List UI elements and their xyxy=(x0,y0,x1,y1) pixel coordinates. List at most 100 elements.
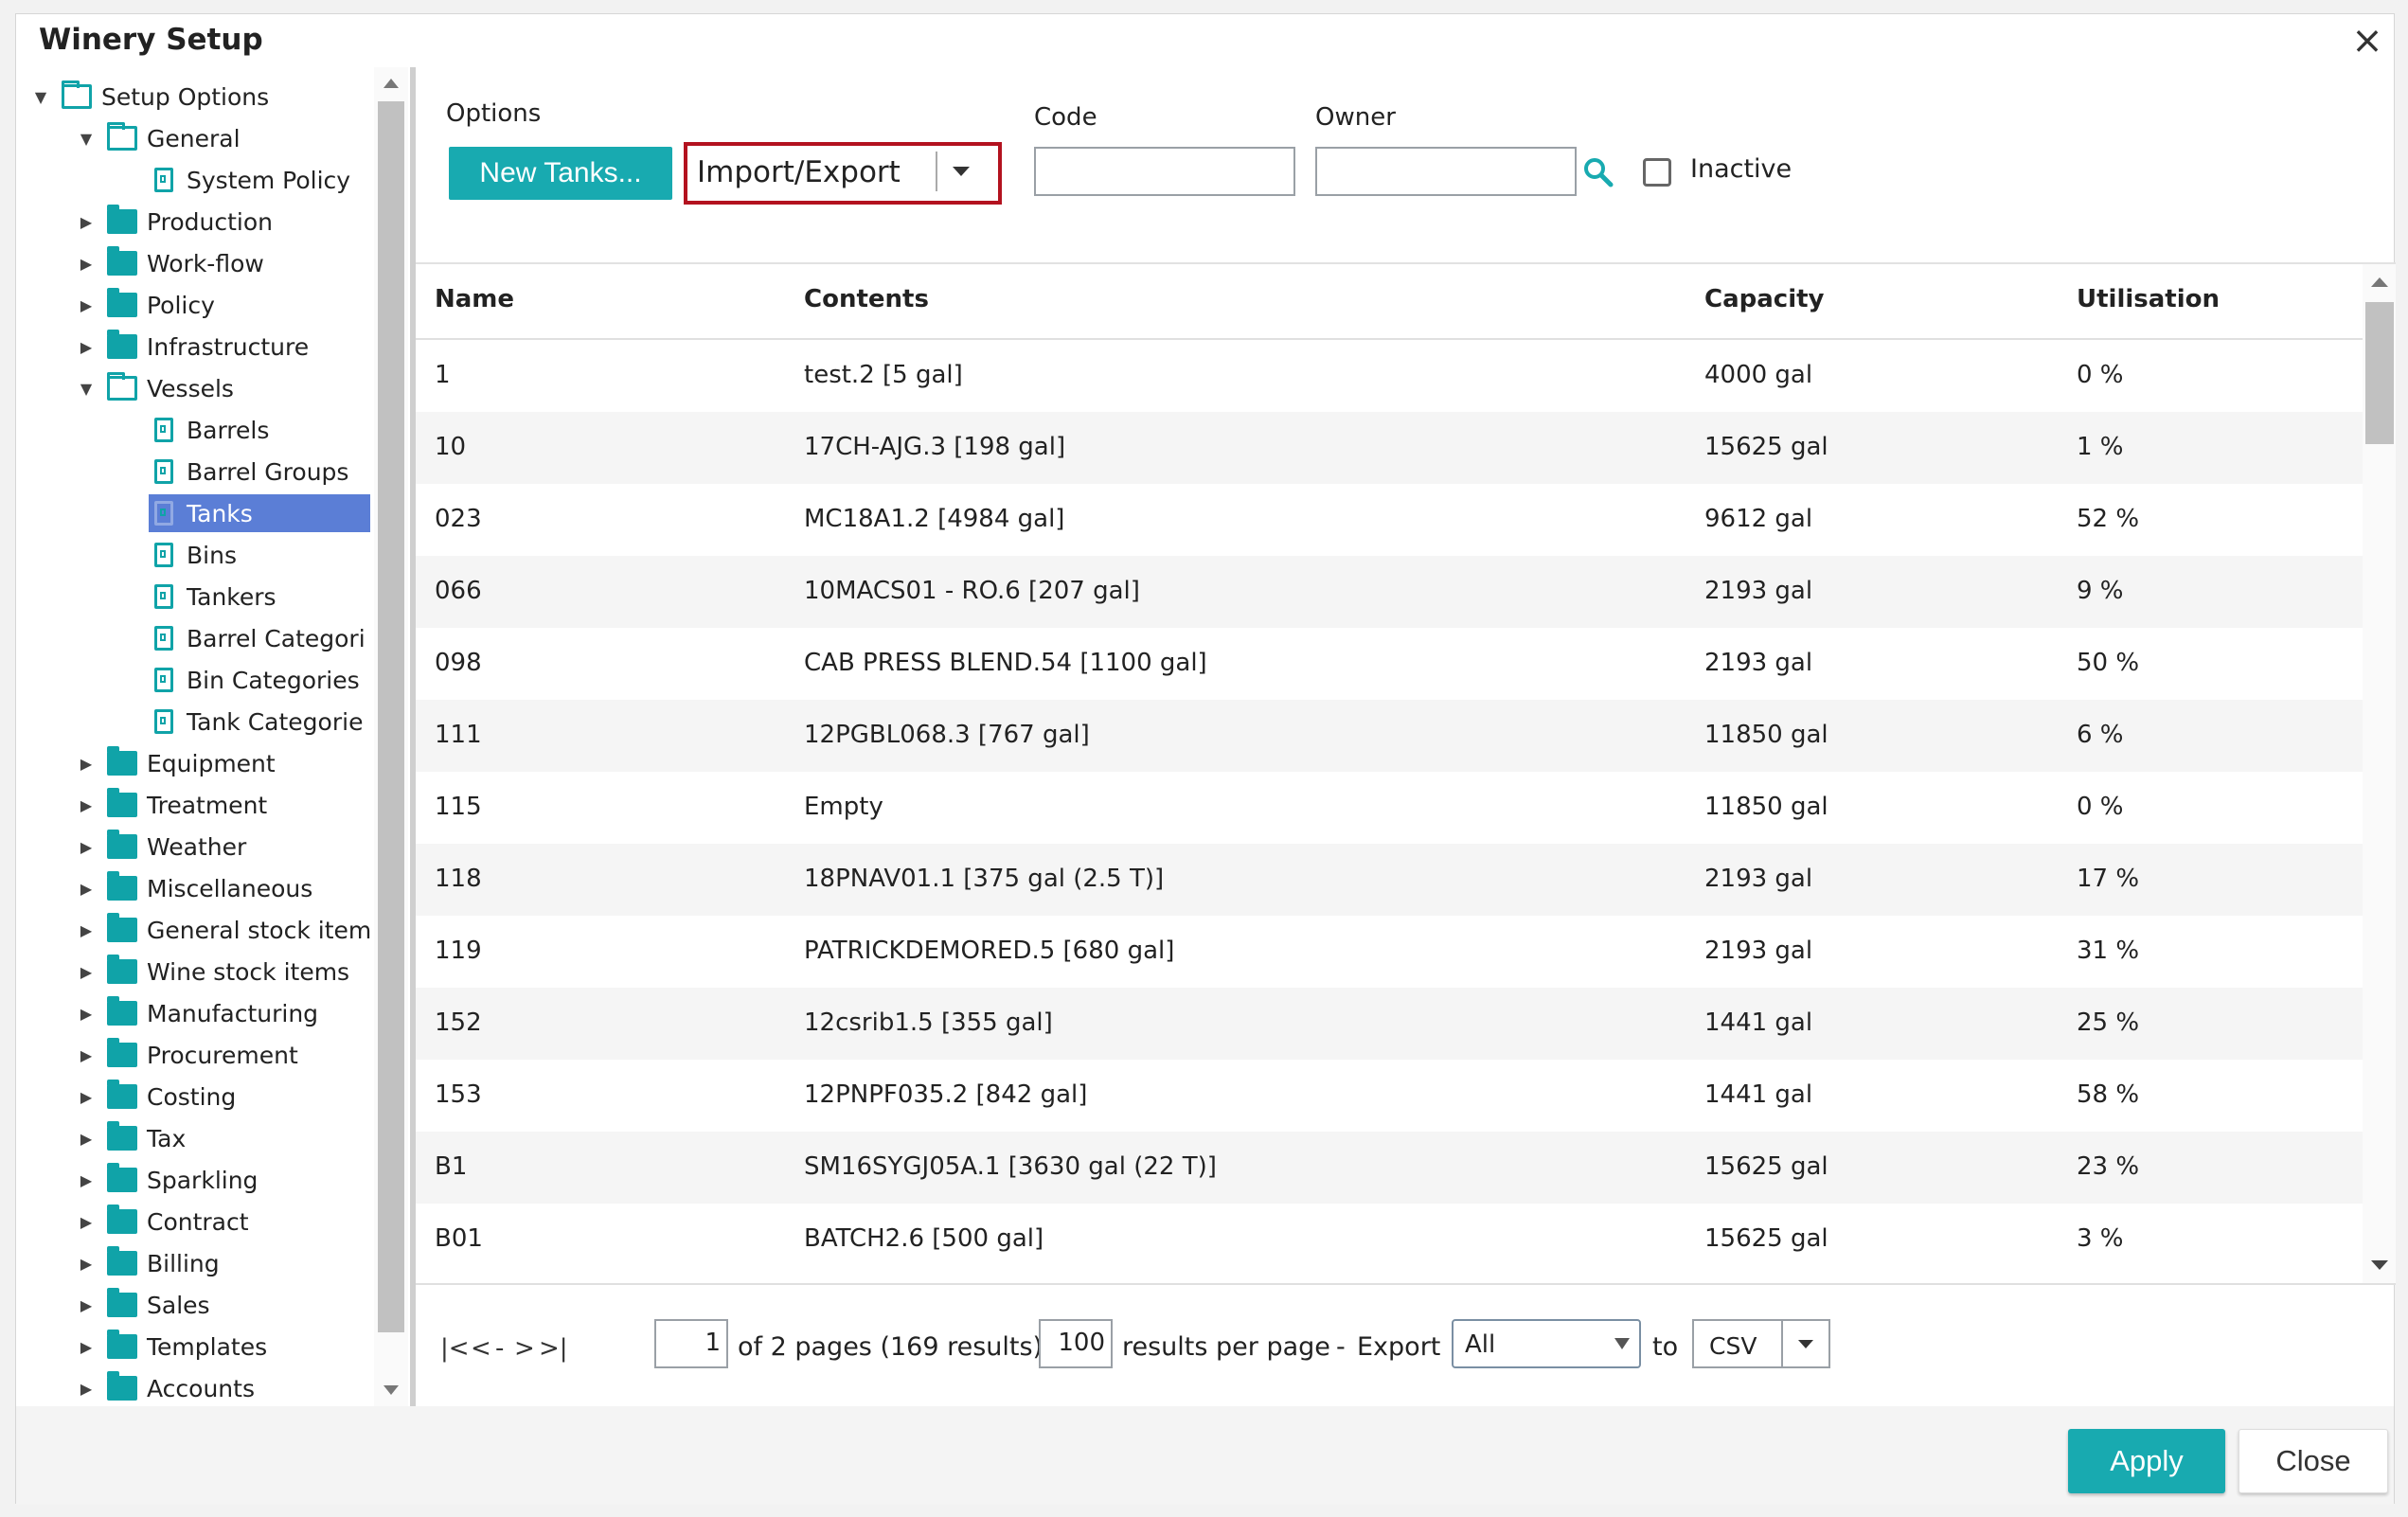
apply-button[interactable]: Apply xyxy=(2068,1429,2225,1493)
search-icon[interactable] xyxy=(1582,156,1614,188)
chevron-right-icon[interactable]: ▶ xyxy=(77,1171,96,1189)
column-header-contents[interactable]: Contents xyxy=(804,285,929,313)
scroll-up-arrow-icon[interactable] xyxy=(2371,277,2388,287)
first-page-icon[interactable]: |< xyxy=(440,1334,470,1363)
tree-item-bins[interactable]: Bins xyxy=(154,536,237,574)
tree-item-label: Miscellaneous xyxy=(147,874,313,902)
chevron-right-icon[interactable]: ▶ xyxy=(77,796,96,814)
per-page-input[interactable]: 100 xyxy=(1039,1319,1113,1368)
chevron-right-icon[interactable]: ▶ xyxy=(77,1213,96,1231)
tree-item-system-policy[interactable]: System Policy xyxy=(154,161,350,199)
inactive-checkbox[interactable] xyxy=(1643,158,1671,187)
tree-item-tanks[interactable]: Tanks xyxy=(149,494,370,532)
tree-scroll-thumb[interactable] xyxy=(378,101,404,1332)
table-row[interactable]: 119 PATRICKDEMORED.5 [680 gal] 2193 gal 31 … xyxy=(416,916,2363,988)
last-page-icon[interactable]: >| xyxy=(539,1334,568,1363)
chevron-right-icon[interactable]: ▶ xyxy=(77,921,96,939)
tree-item-billing[interactable]: ▶ Billing xyxy=(77,1244,220,1282)
chevron-right-icon[interactable]: ▶ xyxy=(77,1255,96,1273)
tree-item-miscellaneous[interactable]: ▶ Miscellaneous xyxy=(77,869,312,907)
tree-item-sparkling[interactable]: ▶ Sparkling xyxy=(77,1161,258,1199)
chevron-right-icon[interactable]: ▶ xyxy=(77,963,96,981)
table-scrollbar[interactable] xyxy=(2363,264,2396,1283)
chevron-right-icon[interactable]: ▶ xyxy=(77,1005,96,1023)
table-row[interactable]: 153 12PNPF035.2 [842 gal] 1441 gal 58 % xyxy=(416,1060,2363,1132)
tree-item-accounts[interactable]: ▶ Accounts xyxy=(77,1369,255,1406)
chevron-right-icon[interactable]: ▶ xyxy=(77,255,96,273)
chevron-right-icon[interactable]: ▶ xyxy=(77,1046,96,1064)
tree-item-procurement[interactable]: ▶ Procurement xyxy=(77,1036,298,1074)
tree-item-infrastructure[interactable]: ▶ Infrastructure xyxy=(77,328,309,366)
tree-item-manufacturing[interactable]: ▶ Manufacturing xyxy=(77,994,318,1032)
tree-item-treatment[interactable]: ▶ Treatment xyxy=(77,786,267,824)
export-format-select[interactable]: CSV xyxy=(1692,1319,1830,1368)
chevron-down-icon[interactable]: ▼ xyxy=(31,88,50,106)
table-row[interactable]: 066 10MACS01 - RO.6 [207 gal] 2193 gal 9 % xyxy=(416,556,2363,628)
column-header-capacity[interactable]: Capacity xyxy=(1704,285,1824,313)
column-header-utilisation[interactable]: Utilisation xyxy=(2077,285,2220,313)
tree-item-policy[interactable]: ▶ Policy xyxy=(77,286,215,324)
table-row[interactable]: 023 MC18A1.2 [4984 gal] 9612 gal 52 % xyxy=(416,484,2363,556)
tree-scrollbar[interactable] xyxy=(374,67,408,1406)
chevron-right-icon[interactable]: ▶ xyxy=(77,1088,96,1106)
tree-item-barrel-groups[interactable]: Barrel Groups xyxy=(154,453,348,491)
owner-input[interactable] xyxy=(1315,147,1577,196)
tree-item-costing[interactable]: ▶ Costing xyxy=(77,1078,236,1115)
tree-item-setup-options[interactable]: ▼ Setup Options xyxy=(31,78,269,116)
prev-page-icon[interactable]: < xyxy=(471,1334,491,1363)
table-row[interactable]: 152 12csrib1.5 [355 gal] 1441 gal 25 % xyxy=(416,988,2363,1060)
chevron-down-icon[interactable]: ▼ xyxy=(77,130,96,148)
tree-item-weather[interactable]: ▶ Weather xyxy=(77,828,246,866)
tree-item-tank-categorie[interactable]: Tank Categorie xyxy=(154,703,363,741)
import-export-dropdown[interactable]: Import/Export xyxy=(684,142,1002,205)
table-row[interactable]: 118 18PNAV01.1 [375 gal (2.5 T)] 2193 gal 1… xyxy=(416,844,2363,916)
tree-item-tankers[interactable]: Tankers xyxy=(154,578,276,616)
next-page-icon[interactable]: > xyxy=(514,1334,535,1363)
chevron-right-icon[interactable]: ▶ xyxy=(77,838,96,856)
chevron-right-icon[interactable]: ▶ xyxy=(77,880,96,898)
table-row[interactable]: B01 BATCH2.6 [500 gal] 15625 gal 3 % xyxy=(416,1204,2363,1276)
chevron-down-icon[interactable] xyxy=(1798,1340,1813,1348)
tree-item-general[interactable]: ▼ General xyxy=(77,119,241,157)
chevron-right-icon[interactable]: ▶ xyxy=(77,1338,96,1356)
tree-item-production[interactable]: ▶ Production xyxy=(77,203,273,241)
scroll-down-arrow-icon[interactable] xyxy=(383,1385,399,1395)
new-tanks-button[interactable]: New Tanks... xyxy=(449,147,672,200)
chevron-right-icon[interactable]: ▶ xyxy=(77,1296,96,1314)
chevron-down-icon[interactable]: ▼ xyxy=(77,380,96,398)
tree-item-tax[interactable]: ▶ Tax xyxy=(77,1119,186,1157)
tree-item-general-stock-item[interactable]: ▶ General stock item xyxy=(77,911,370,949)
export-scope-select[interactable]: All xyxy=(1452,1319,1641,1368)
tree-item-equipment[interactable]: ▶ Equipment xyxy=(77,744,276,782)
tree-item-bin-categories[interactable]: Bin Categories xyxy=(154,661,360,699)
table-row[interactable]: 111 12PGBL068.3 [767 gal] 11850 gal 6 % xyxy=(416,700,2363,772)
chevron-right-icon[interactable]: ▶ xyxy=(77,213,96,231)
tree-item-work-flow[interactable]: ▶ Work-flow xyxy=(77,244,264,282)
page-number-input[interactable]: 1 xyxy=(654,1319,728,1368)
tree-item-contract[interactable]: ▶ Contract xyxy=(77,1203,249,1240)
table-scroll-thumb[interactable] xyxy=(2365,302,2394,444)
close-icon[interactable]: × xyxy=(2350,22,2384,60)
table-row[interactable]: 1 test.2 [5 gal] 4000 gal 0 % xyxy=(416,340,2363,412)
chevron-right-icon[interactable]: ▶ xyxy=(77,1130,96,1148)
chevron-right-icon[interactable]: ▶ xyxy=(77,296,96,314)
tree-item-wine-stock-items[interactable]: ▶ Wine stock items xyxy=(77,953,349,991)
chevron-right-icon[interactable]: ▶ xyxy=(77,338,96,356)
tree-item-barrels[interactable]: Barrels xyxy=(154,411,269,449)
tree-item-barrel-categori[interactable]: Barrel Categori xyxy=(154,619,366,657)
close-button[interactable]: Close xyxy=(2239,1429,2388,1493)
scroll-down-arrow-icon[interactable] xyxy=(2371,1260,2388,1270)
chevron-down-icon[interactable] xyxy=(953,167,970,176)
code-input[interactable] xyxy=(1034,147,1295,196)
chevron-right-icon[interactable]: ▶ xyxy=(77,755,96,773)
tree-item-templates[interactable]: ▶ Templates xyxy=(77,1328,267,1365)
table-row[interactable]: B1 SM16SYGJ05A.1 [3630 gal (22 T)] 15625 g… xyxy=(416,1132,2363,1204)
column-header-name[interactable]: Name xyxy=(435,285,514,313)
scroll-up-arrow-icon[interactable] xyxy=(383,79,399,88)
table-row[interactable]: 10 17CH-AJG.3 [198 gal] 15625 gal 1 % xyxy=(416,412,2363,484)
chevron-right-icon[interactable]: ▶ xyxy=(77,1380,96,1398)
tree-item-vessels[interactable]: ▼ Vessels xyxy=(77,369,234,407)
table-row[interactable]: 115 Empty 11850 gal 0 % xyxy=(416,772,2363,844)
tree-item-sales[interactable]: ▶ Sales xyxy=(77,1286,210,1324)
table-row[interactable]: 098 CAB PRESS BLEND.54 [1100 gal] 2193 gal… xyxy=(416,628,2363,700)
